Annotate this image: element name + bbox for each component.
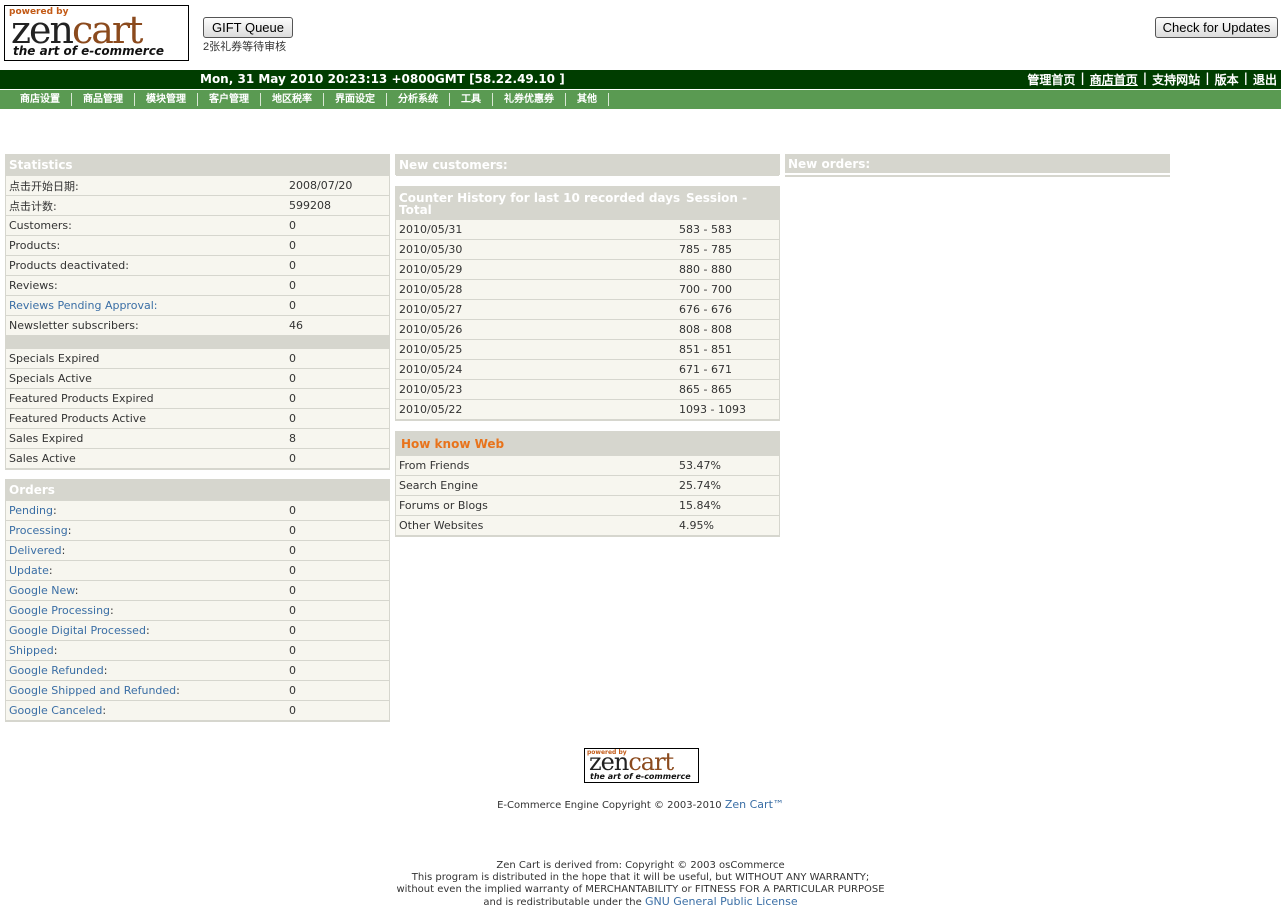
- link-version[interactable]: 版本: [1215, 71, 1239, 88]
- order-status-link[interactable]: Google New: [9, 584, 75, 597]
- stat-row: Specials Active 0: [6, 369, 389, 389]
- order-status-row: Shipped: 0: [6, 641, 389, 661]
- menu-item-extras[interactable]: 其他: [566, 93, 609, 106]
- menu-item-layout[interactable]: 界面设定: [324, 93, 387, 106]
- menu-item-store-config[interactable]: 商店设置: [9, 93, 72, 106]
- footer-zencart-logo[interactable]: powered by zencart the art of e-commerce: [584, 748, 699, 783]
- orders-panel: Orders Pending: 0 Processing: 0 Delivered:…: [5, 479, 390, 722]
- menu-item-modules[interactable]: 模块管理: [135, 93, 198, 106]
- divider: [785, 175, 1170, 177]
- link-support-site[interactable]: 支持网站: [1152, 71, 1200, 88]
- zencart-link[interactable]: Zen Cart™: [725, 798, 784, 811]
- order-status-link[interactable]: Google Processing: [9, 604, 110, 617]
- order-status-row: Processing: 0: [6, 521, 389, 541]
- stat-row: Newsletter subscribers: 46: [6, 316, 389, 336]
- order-status-row: Google Canceled: 0: [6, 701, 389, 721]
- stat-row: Reviews: 0: [6, 276, 389, 296]
- stat-row: Sales Expired 8: [6, 429, 389, 449]
- counter-row: 2010/05/24 671 - 671: [396, 360, 779, 380]
- counter-row: 2010/05/23 865 - 865: [396, 380, 779, 400]
- menu-item-locations-taxes[interactable]: 地区税率: [261, 93, 324, 106]
- stat-row: Featured Products Expired 0: [6, 389, 389, 409]
- top-links: 管理首页 | 商店首页 | 支持网站 | 版本 | 退出: [1027, 71, 1277, 88]
- stat-row: Sales Active 0: [6, 449, 389, 469]
- gift-queue-button[interactable]: GIFT Queue: [203, 17, 293, 38]
- order-status-link[interactable]: Google Digital Processed: [9, 624, 146, 637]
- gpl-link[interactable]: GNU General Public License: [645, 895, 798, 908]
- order-status-link[interactable]: Google Canceled: [9, 704, 102, 717]
- counter-row: 2010/05/28 700 - 700: [396, 280, 779, 300]
- server-datetime: Mon, 31 May 2010 20:23:13 +0800GMT [58.2…: [200, 72, 565, 86]
- counter-row: 2010/05/30 785 - 785: [396, 240, 779, 260]
- menu-item-gv-coupons[interactable]: 礼券优惠券: [493, 93, 566, 106]
- order-status-link[interactable]: Update: [9, 564, 49, 577]
- counter-history-title: Counter History for last 10 recorded day…: [399, 191, 681, 205]
- zencart-logo[interactable]: powered by zencart the art of e-commerce: [4, 5, 189, 61]
- order-status-row: Update: 0: [6, 561, 389, 581]
- order-status-row: Google Refunded: 0: [6, 661, 389, 681]
- order-status-row: Google New: 0: [6, 581, 389, 601]
- counter-history-header: Counter History for last 10 recorded day…: [396, 187, 779, 220]
- source-row: Other Websites 4.95%: [396, 516, 779, 536]
- order-status-link[interactable]: Google Refunded: [9, 664, 104, 677]
- menu-item-customers[interactable]: 客户管理: [198, 93, 261, 106]
- section-divider: [6, 336, 389, 349]
- how-know-web-panel: How know Web From Friends 53.47% Search E…: [395, 431, 780, 537]
- stat-row: Specials Expired 0: [6, 349, 389, 369]
- order-status-link[interactable]: Pending: [9, 504, 53, 517]
- stat-row: 点击计数: 599208: [6, 196, 389, 216]
- footer-license: Zen Cart is derived from: Copyright © 20…: [396, 860, 885, 908]
- new-customers-title: New customers:: [396, 155, 779, 176]
- order-status-link[interactable]: Processing: [9, 524, 68, 537]
- top-status-bar: Mon, 31 May 2010 20:23:13 +0800GMT [58.2…: [0, 70, 1281, 89]
- counter-row: 2010/05/25 851 - 851: [396, 340, 779, 360]
- counter-history-panel: Counter History for last 10 recorded day…: [395, 186, 780, 421]
- counter-row: 2010/05/27 676 - 676: [396, 300, 779, 320]
- stat-row: Reviews Pending Approval: 0: [6, 296, 389, 316]
- how-know-web-title: How know Web: [396, 432, 779, 456]
- main-menu: 商店设置 商品管理 模块管理 客户管理 地区税率 界面设定 分析系统 工具 礼券…: [0, 90, 1281, 109]
- order-status-link[interactable]: Shipped: [9, 644, 54, 657]
- new-customers-panel: New customers:: [395, 154, 780, 176]
- counter-row: 2010/05/31 583 - 583: [396, 220, 779, 240]
- link-logout[interactable]: 退出: [1253, 71, 1277, 88]
- menu-item-catalog[interactable]: 商品管理: [72, 93, 135, 106]
- source-row: Forums or Blogs 15.84%: [396, 496, 779, 516]
- footer-copyright: E-Commerce Engine Copyright © 2003-2010 …: [497, 798, 784, 811]
- link-admin-home[interactable]: 管理首页: [1027, 71, 1075, 88]
- source-row: From Friends 53.47%: [396, 456, 779, 476]
- source-row: Search Engine 25.74%: [396, 476, 779, 496]
- link-store-home[interactable]: 商店首页: [1090, 71, 1138, 88]
- menu-item-reports[interactable]: 分析系统: [387, 93, 450, 106]
- counter-row: 2010/05/29 880 - 880: [396, 260, 779, 280]
- orders-title: Orders: [6, 480, 389, 501]
- counter-row: 2010/05/22 1093 - 1093: [396, 400, 779, 420]
- stat-row: 点击开始日期: 2008/07/20: [6, 176, 389, 196]
- new-orders-title: New orders:: [785, 154, 1170, 175]
- order-status-row: Pending: 0: [6, 501, 389, 521]
- logo-tagline: the art of e-commerce: [13, 44, 164, 58]
- stat-row: Customers: 0: [6, 216, 389, 236]
- new-orders-panel: New orders:: [785, 154, 1170, 177]
- check-updates-button[interactable]: Check for Updates: [1155, 17, 1278, 38]
- statistics-title: Statistics: [6, 155, 389, 176]
- stat-row: Products: 0: [6, 236, 389, 256]
- stat-row: Featured Products Active 0: [6, 409, 389, 429]
- counter-total-header: Total: [399, 203, 432, 217]
- counter-session-header: Session -: [686, 191, 748, 205]
- gift-queue-note: 2张礼券等待审核: [203, 41, 287, 53]
- stat-row: Products deactivated: 0: [6, 256, 389, 276]
- order-status-link[interactable]: Delivered: [9, 544, 62, 557]
- order-status-link[interactable]: Google Shipped and Refunded: [9, 684, 176, 697]
- order-status-row: Google Digital Processed: 0: [6, 621, 389, 641]
- counter-row: 2010/05/26 808 - 808: [396, 320, 779, 340]
- reviews-pending-link[interactable]: Reviews Pending Approval:: [6, 299, 157, 312]
- order-status-row: Google Shipped and Refunded: 0: [6, 681, 389, 701]
- order-status-row: Google Processing: 0: [6, 601, 389, 621]
- statistics-panel: Statistics 点击开始日期: 2008/07/20 点击计数: 599208…: [5, 154, 390, 470]
- order-status-row: Delivered: 0: [6, 541, 389, 561]
- menu-item-tools[interactable]: 工具: [450, 93, 493, 106]
